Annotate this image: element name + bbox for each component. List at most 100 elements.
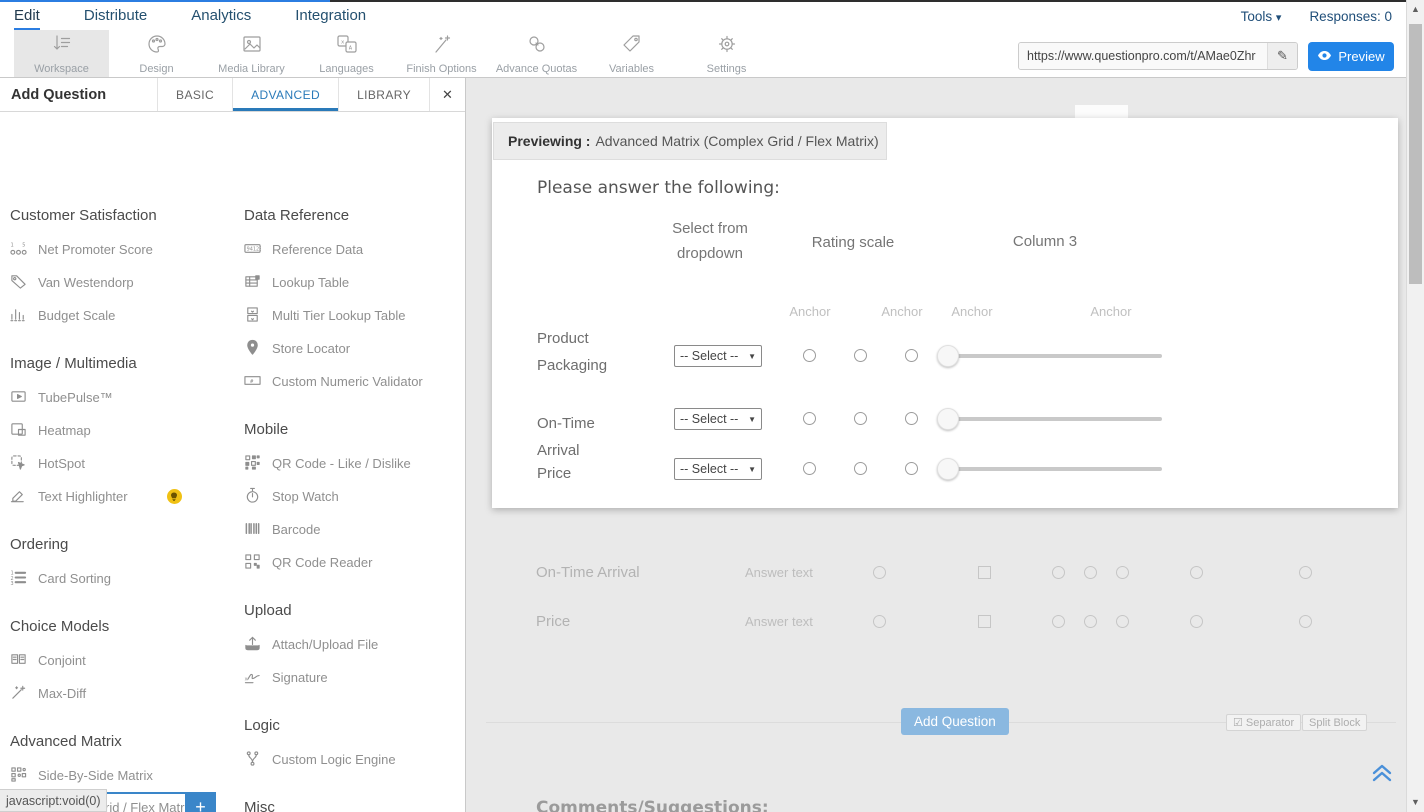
slider-product-packaging[interactable] xyxy=(938,345,1162,367)
toolbar-advance-quotas[interactable]: Advance Quotas xyxy=(489,30,584,77)
editor-answer-text[interactable]: Answer text xyxy=(745,614,813,629)
panel-item-reference-data[interactable]: 94123 Reference Data xyxy=(244,233,466,266)
select-dropdown-product-packaging[interactable]: -- Select -- ▼ xyxy=(674,345,762,367)
editor-radio[interactable] xyxy=(1084,615,1097,628)
tab-basic[interactable]: BASIC xyxy=(157,78,232,111)
panel-item-conjoint[interactable]: Conjoint xyxy=(10,644,238,677)
editor-radio[interactable] xyxy=(1190,615,1203,628)
editor-radio[interactable] xyxy=(1116,615,1129,628)
slider-track[interactable] xyxy=(938,467,1162,471)
anchor-label: Anchor xyxy=(778,304,842,319)
toolbar-label: Advance Quotas xyxy=(496,63,577,75)
toolbar-design[interactable]: Design xyxy=(109,30,204,77)
toolbar-media-library[interactable]: Media Library xyxy=(204,30,299,77)
split-block-button[interactable]: Split Block xyxy=(1302,714,1367,731)
close-panel-button[interactable]: ✕ xyxy=(429,78,465,111)
add-question-button[interactable]: Add Question xyxy=(901,708,1009,735)
panel-item-lookup-table[interactable]: Lookup Table xyxy=(244,266,466,299)
panel-item-heatmap[interactable]: Heatmap xyxy=(10,414,238,447)
editor-radio[interactable] xyxy=(1190,566,1203,579)
rating-radio[interactable] xyxy=(854,462,867,475)
panel-item-text-highlighter[interactable]: Text Highlighter xyxy=(10,480,238,513)
rating-radio[interactable] xyxy=(803,462,816,475)
panel-item-side-by-side-matrix[interactable]: Side-By-Side Matrix xyxy=(10,759,238,792)
slider-price[interactable] xyxy=(938,458,1162,480)
nav-tab-integration[interactable]: Integration xyxy=(295,3,366,30)
toolbar-label: Media Library xyxy=(218,63,285,75)
toolbar-variables[interactable]: Variables xyxy=(584,30,679,77)
panel-item-custom-numeric-validator[interactable]: # Custom Numeric Validator xyxy=(244,365,466,398)
panel-item-hotspot[interactable]: HotSpot xyxy=(10,447,238,480)
nav-tab-analytics[interactable]: Analytics xyxy=(191,3,251,30)
survey-url-input[interactable] xyxy=(1019,43,1267,69)
panel-item-van-westendorp[interactable]: Van Westendorp xyxy=(10,266,238,299)
editor-radio[interactable] xyxy=(873,615,886,628)
editor-radio[interactable] xyxy=(873,566,886,579)
scrollbar-up-arrow[interactable]: ▲ xyxy=(1407,4,1424,14)
panel-item-tubepulse[interactable]: TubePulse™ xyxy=(10,381,238,414)
scrollbar-down-arrow[interactable]: ▼ xyxy=(1407,797,1424,807)
rating-radio[interactable] xyxy=(854,349,867,362)
editor-radio[interactable] xyxy=(1084,566,1097,579)
editor-checkbox[interactable] xyxy=(978,566,991,579)
responses-count[interactable]: Responses: 0 xyxy=(1309,9,1392,24)
top-navigation: Edit Distribute Analytics Integration To… xyxy=(0,2,1406,30)
price-tag-icon xyxy=(10,273,27,293)
rating-radio[interactable] xyxy=(905,462,918,475)
nav-tab-edit[interactable]: Edit xyxy=(14,3,40,30)
panel-item-net-promoter-score[interactable]: 15 Net Promoter Score xyxy=(10,233,238,266)
tab-library[interactable]: LIBRARY xyxy=(338,78,429,111)
slider-on-time-arrival[interactable] xyxy=(938,408,1162,430)
slider-thumb[interactable] xyxy=(937,408,959,430)
bar-chart-icon xyxy=(10,306,27,326)
rating-radio[interactable] xyxy=(905,412,918,425)
scrollbar-thumb[interactable] xyxy=(1409,24,1422,284)
rating-radio[interactable] xyxy=(854,412,867,425)
editor-radio[interactable] xyxy=(1116,566,1129,579)
panel-item-max-diff[interactable]: Max-Diff xyxy=(10,677,238,710)
slider-track[interactable] xyxy=(938,354,1162,358)
svg-text:94123: 94123 xyxy=(247,246,261,252)
panel-item-qr-code-reader[interactable]: QR Code Reader xyxy=(244,546,466,579)
slider-thumb[interactable] xyxy=(937,458,959,480)
previewing-question-type: Advanced Matrix (Complex Grid / Flex Mat… xyxy=(595,133,878,149)
editor-radio[interactable] xyxy=(1052,615,1065,628)
select-dropdown-on-time-arrival[interactable]: -- Select -- ▼ xyxy=(674,408,762,430)
panel-item-budget-scale[interactable]: Budget Scale xyxy=(10,299,238,332)
separator-button[interactable]: ☑ Separator xyxy=(1226,714,1301,731)
panel-item-signature[interactable]: x Signature xyxy=(244,661,466,694)
question-title: Please answer the following: xyxy=(537,178,780,198)
panel-item-stop-watch[interactable]: Stop Watch xyxy=(244,480,466,513)
edit-url-button[interactable]: ✎ xyxy=(1267,43,1297,69)
panel-item-store-locator[interactable]: Store Locator xyxy=(244,332,466,365)
rating-radio[interactable] xyxy=(803,349,816,362)
toolbar-languages[interactable]: xA Languages xyxy=(299,30,394,77)
panel-item-multi-tier-lookup-table[interactable]: Multi Tier Lookup Table xyxy=(244,299,466,332)
tools-menu[interactable]: Tools ▾ xyxy=(1241,9,1282,24)
editor-answer-text[interactable]: Answer text xyxy=(745,565,813,580)
panel-item-card-sorting[interactable]: 123 Card Sorting xyxy=(10,562,238,595)
rating-radio[interactable] xyxy=(905,349,918,362)
slider-thumb[interactable] xyxy=(937,345,959,367)
page-scrollbar[interactable]: ▲ ▼ xyxy=(1406,0,1424,812)
editor-checkbox[interactable] xyxy=(978,615,991,628)
panel-item-custom-logic-engine[interactable]: Custom Logic Engine xyxy=(244,743,466,776)
reference-data-icon: 94123 xyxy=(244,240,261,260)
panel-item-barcode[interactable]: Barcode xyxy=(244,513,466,546)
editor-radio[interactable] xyxy=(1052,566,1065,579)
toolbar-settings[interactable]: Settings xyxy=(679,30,774,77)
scroll-to-top-button[interactable] xyxy=(1371,763,1393,788)
panel-item-qr-code-like-dislike[interactable]: QR Code - Like / Dislike xyxy=(244,447,466,480)
add-complex-grid-button[interactable]: + xyxy=(185,792,216,812)
tab-advanced[interactable]: ADVANCED xyxy=(232,78,338,111)
slider-track[interactable] xyxy=(938,417,1162,421)
toolbar-workspace[interactable]: Workspace xyxy=(14,30,109,77)
toolbar-finish-options[interactable]: Finish Options xyxy=(394,30,489,77)
select-dropdown-price[interactable]: -- Select -- ▼ xyxy=(674,458,762,480)
editor-radio[interactable] xyxy=(1299,566,1312,579)
panel-item-attach-upload-file[interactable]: Attach/Upload File xyxy=(244,628,466,661)
rating-radio[interactable] xyxy=(803,412,816,425)
editor-radio[interactable] xyxy=(1299,615,1312,628)
preview-button[interactable]: Preview xyxy=(1308,42,1394,71)
nav-tab-distribute[interactable]: Distribute xyxy=(84,3,147,30)
